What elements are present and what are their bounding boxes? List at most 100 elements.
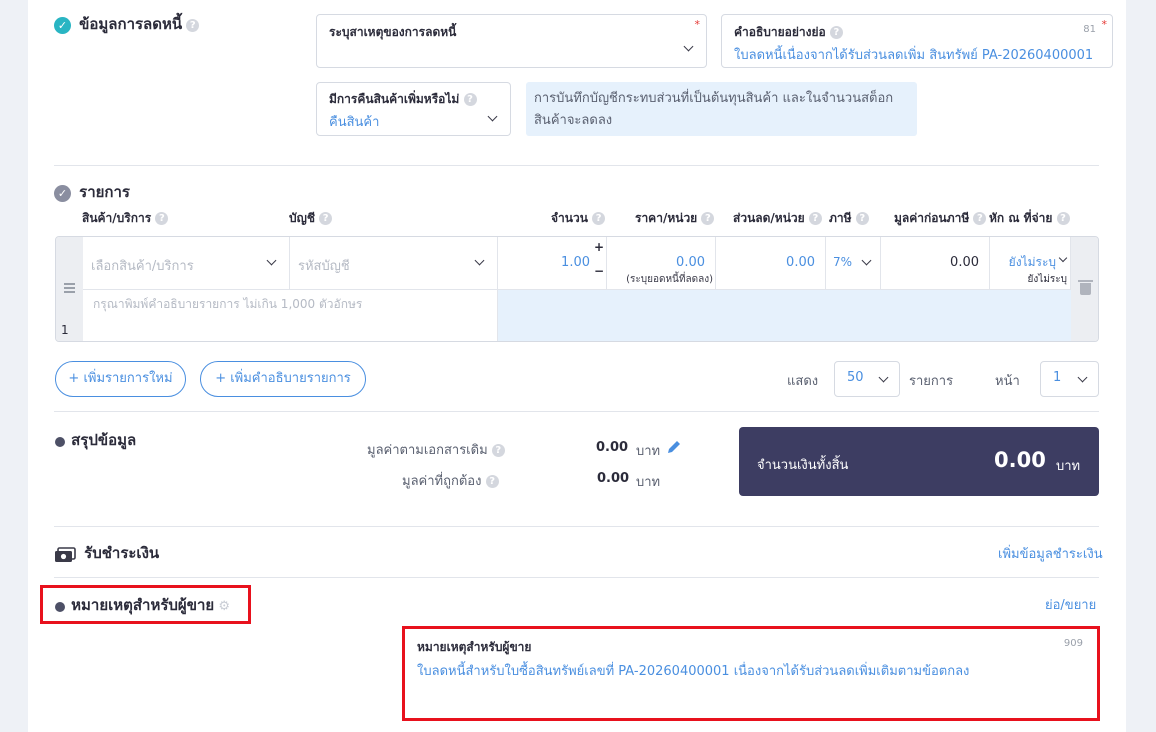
help-icon[interactable]: ? — [186, 19, 200, 32]
qty-value: 1.00 — [561, 255, 590, 270]
chevron-down-icon[interactable] — [266, 255, 277, 266]
reduction-section-header: ✓ ข้อมูลการลดหนี้ ? — [54, 12, 200, 36]
items-label: รายการ — [909, 374, 954, 389]
original-value-label: มูลค่าตามเอกสารเดิม ? — [367, 439, 505, 460]
add-item-button[interactable]: + เพิ่มรายการใหม่ — [55, 361, 186, 397]
chevron-down-icon[interactable] — [487, 111, 498, 122]
reason-select[interactable]: ระบุสาเหตุของการลดหนี้ * — [316, 14, 707, 68]
items-section-header: ✓ รายการ — [54, 180, 130, 204]
tax-select[interactable]: 7% — [826, 237, 881, 290]
correct-unit: บาท — [636, 475, 661, 490]
page-value: 1 — [1053, 370, 1062, 385]
correct-value: 0.00 — [597, 471, 630, 486]
add-payment-link[interactable]: เพิ่มข้อมูลชำระเงิน — [998, 543, 1103, 564]
chevron-down-icon[interactable] — [683, 41, 694, 52]
help-icon[interactable]: ? — [155, 212, 169, 225]
pretax-value: 0.00 — [950, 255, 979, 270]
product-select[interactable]: เลือกสินค้า/บริการ — [83, 237, 290, 290]
highlight-frame — [402, 626, 1100, 721]
payment-section-header: รับชำระเงิน — [54, 541, 159, 565]
divider — [54, 411, 1099, 412]
check-circle-icon: ✓ — [54, 185, 71, 202]
help-icon[interactable]: ? — [1056, 212, 1070, 225]
col-tax: ภาษี ? — [829, 209, 869, 228]
summary-section-header: สรุปข้อมูล — [55, 428, 136, 452]
price-input[interactable]: 0.00 (ระบุยอดหนี้ที่ลดลง) — [607, 237, 716, 290]
divider — [54, 577, 1099, 578]
show-label: แสดง — [787, 374, 819, 389]
help-icon[interactable]: ? — [592, 212, 606, 225]
col-product: สินค้า/บริการ ? — [82, 209, 169, 228]
help-icon[interactable]: ? — [701, 212, 715, 225]
chevron-down-icon[interactable] — [474, 255, 485, 266]
qty-stepper[interactable]: 1.00 + − — [498, 237, 607, 290]
page-size-select[interactable]: 50 — [834, 361, 900, 397]
description-label: คำอธิบายอย่างย่อ ? — [734, 23, 843, 42]
item-description-placeholder: กรุณาพิมพ์คำอธิบายรายการ ไม่เกิน 1,000 ต… — [93, 297, 363, 311]
drag-icon — [64, 283, 75, 285]
row-detail-area — [498, 290, 1071, 341]
help-icon[interactable]: ? — [829, 26, 843, 39]
trash-lid — [1078, 280, 1093, 282]
page-label: หน้า — [995, 374, 1020, 389]
divider — [54, 526, 1099, 527]
original-value: 0.00 — [596, 440, 629, 455]
return-select[interactable]: มีการคืนสินค้าเพิ่มหรือไม่ ? คืนสินค้า — [316, 82, 511, 136]
col-account: บัญชี ? — [289, 209, 333, 228]
qty-decrease-button[interactable]: − — [594, 264, 604, 278]
pencil-icon[interactable] — [666, 439, 682, 455]
total-label: จำนวนเงินทั้งสิ้น — [757, 458, 849, 473]
total-value: 0.00 — [994, 448, 1046, 472]
price-note: (ระบุยอดหนี้ที่ลดลง) — [626, 274, 713, 285]
help-icon[interactable]: ? — [973, 212, 987, 225]
description-field[interactable]: คำอธิบายอย่างย่อ ? 81 * ใบลดหนี้เนื่องจา… — [721, 14, 1113, 68]
required-mark: * — [694, 18, 701, 31]
total-amount-box: จำนวนเงินทั้งสิ้น 0.00 บาท — [739, 427, 1099, 496]
original-unit: บาท — [636, 444, 661, 459]
drag-handle[interactable]: 1 — [56, 237, 83, 341]
return-label: มีการคืนสินค้าเพิ่มหรือไม่ ? — [329, 90, 477, 109]
product-placeholder: เลือกสินค้า/บริการ — [91, 259, 194, 274]
page-select[interactable]: 1 — [1040, 361, 1099, 397]
col-qty: จำนวน ? — [551, 209, 606, 228]
help-icon[interactable]: ? — [491, 444, 505, 457]
highlight-frame — [40, 585, 251, 624]
delete-row-button[interactable] — [1071, 237, 1098, 341]
help-icon[interactable]: ? — [485, 475, 499, 488]
description-char-count: 81 — [1083, 24, 1096, 35]
col-pretax: มูลค่าก่อนภาษี ? — [894, 209, 987, 228]
required-mark: * — [1101, 18, 1108, 31]
col-price: ราคา/หน่วย ? — [635, 209, 715, 228]
help-icon[interactable]: ? — [808, 212, 822, 225]
price-value: 0.00 — [676, 255, 705, 270]
account-placeholder: รหัสบัญชี — [298, 259, 350, 274]
withholding-sub: ยังไม่ระบุ — [1027, 274, 1067, 285]
reason-label: ระบุสาเหตุของการลดหนี้ — [329, 25, 457, 39]
chevron-down-icon[interactable] — [878, 372, 889, 383]
info-note: การบันทึกบัญชีกระทบส่วนที่เป็นต้นทุนสินค… — [526, 82, 917, 136]
help-icon[interactable]: ? — [319, 212, 333, 225]
collapse-toggle-link[interactable]: ย่อ/ขยาย — [1045, 594, 1096, 615]
qty-increase-button[interactable]: + — [594, 240, 604, 254]
return-value: คืนสินค้า — [329, 115, 380, 130]
add-description-button[interactable]: + เพิ่มคำอธิบายรายการ — [200, 361, 366, 397]
account-select[interactable]: รหัสบัญชี — [290, 237, 498, 290]
discount-input[interactable]: 0.00 — [716, 237, 826, 290]
chevron-down-icon[interactable] — [1077, 372, 1088, 383]
divider — [54, 165, 1099, 166]
reduction-title: ข้อมูลการลดหนี้ — [79, 15, 183, 33]
chevron-down-icon[interactable] — [861, 255, 872, 266]
item-description-input[interactable]: กรุณาพิมพ์คำอธิบายรายการ ไม่เกิน 1,000 ต… — [83, 290, 498, 341]
pretax-value-cell: 0.00 — [881, 237, 990, 290]
help-icon[interactable]: ? — [463, 93, 477, 106]
table-row: 1 เลือกสินค้า/บริการ รหัสบัญชี 1.00 + − … — [55, 236, 1099, 342]
withholding-value: ยังไม่ระบุ — [1008, 255, 1056, 269]
tax-value: 7% — [833, 255, 853, 269]
trash-icon — [1080, 283, 1091, 295]
summary-title: สรุปข้อมูล — [71, 431, 137, 449]
help-icon[interactable]: ? — [855, 212, 869, 225]
withholding-select[interactable]: ยังไม่ระบุ ยังไม่ระบุ — [990, 237, 1071, 290]
row-index: 1 — [61, 323, 69, 337]
chevron-down-icon[interactable] — [1058, 253, 1068, 263]
col-discount: ส่วนลด/หน่วย ? — [733, 209, 822, 228]
